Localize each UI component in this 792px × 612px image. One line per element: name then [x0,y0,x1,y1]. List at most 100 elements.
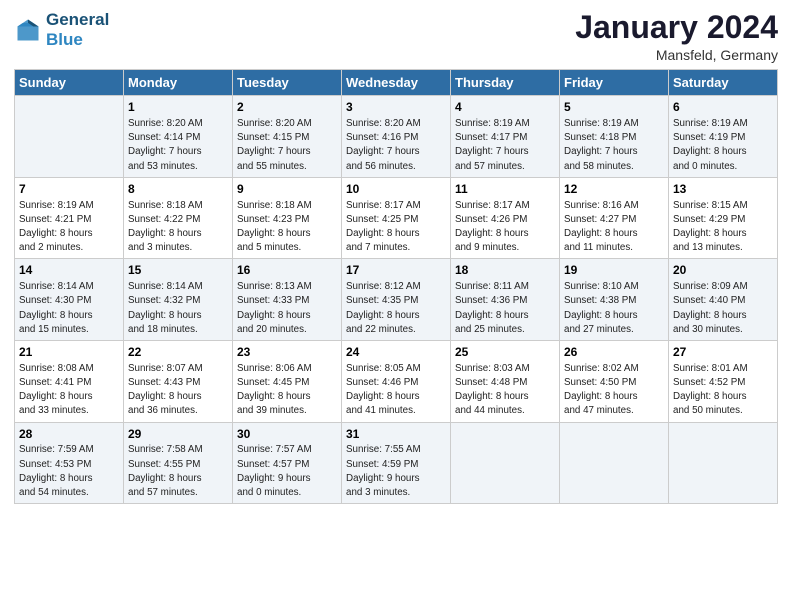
day-number: 13 [673,181,773,198]
calendar-cell: 7Sunrise: 8:19 AM Sunset: 4:21 PM Daylig… [15,177,124,259]
day-number: 15 [128,262,228,279]
day-number: 22 [128,344,228,361]
day-info: Sunrise: 8:08 AM Sunset: 4:41 PM Dayligh… [19,362,119,419]
day-info: Sunrise: 8:20 AM Sunset: 4:15 PM Dayligh… [237,117,337,174]
day-info: Sunrise: 8:03 AM Sunset: 4:48 PM Dayligh… [455,362,555,419]
logo-text: General Blue [46,10,109,49]
day-info: Sunrise: 8:09 AM Sunset: 4:40 PM Dayligh… [673,280,773,337]
day-header-saturday: Saturday [669,70,778,96]
day-number: 9 [237,181,337,198]
day-number: 8 [128,181,228,198]
day-info: Sunrise: 8:19 AM Sunset: 4:21 PM Dayligh… [19,199,119,256]
calendar-cell: 5Sunrise: 8:19 AM Sunset: 4:18 PM Daylig… [560,96,669,178]
day-info: Sunrise: 8:16 AM Sunset: 4:27 PM Dayligh… [564,199,664,256]
day-info: Sunrise: 8:14 AM Sunset: 4:32 PM Dayligh… [128,280,228,337]
logo-icon [14,16,42,44]
calendar-cell: 16Sunrise: 8:13 AM Sunset: 4:33 PM Dayli… [233,259,342,341]
calendar-cell: 19Sunrise: 8:10 AM Sunset: 4:38 PM Dayli… [560,259,669,341]
day-number: 26 [564,344,664,361]
day-number: 1 [128,99,228,116]
calendar-cell: 25Sunrise: 8:03 AM Sunset: 4:48 PM Dayli… [451,341,560,423]
calendar-cell: 28Sunrise: 7:59 AM Sunset: 4:53 PM Dayli… [15,422,124,504]
day-info: Sunrise: 8:05 AM Sunset: 4:46 PM Dayligh… [346,362,446,419]
day-number: 19 [564,262,664,279]
day-info: Sunrise: 8:06 AM Sunset: 4:45 PM Dayligh… [237,362,337,419]
calendar-cell: 6Sunrise: 8:19 AM Sunset: 4:19 PM Daylig… [669,96,778,178]
calendar-cell: 23Sunrise: 8:06 AM Sunset: 4:45 PM Dayli… [233,341,342,423]
day-info: Sunrise: 8:11 AM Sunset: 4:36 PM Dayligh… [455,280,555,337]
day-number: 6 [673,99,773,116]
week-row-4: 21Sunrise: 8:08 AM Sunset: 4:41 PM Dayli… [15,341,778,423]
week-row-5: 28Sunrise: 7:59 AM Sunset: 4:53 PM Dayli… [15,422,778,504]
calendar-cell: 20Sunrise: 8:09 AM Sunset: 4:40 PM Dayli… [669,259,778,341]
calendar-cell [669,422,778,504]
day-number: 5 [564,99,664,116]
day-number: 10 [346,181,446,198]
day-number: 23 [237,344,337,361]
day-number: 21 [19,344,119,361]
calendar-cell: 13Sunrise: 8:15 AM Sunset: 4:29 PM Dayli… [669,177,778,259]
day-number: 3 [346,99,446,116]
calendar-cell: 9Sunrise: 8:18 AM Sunset: 4:23 PM Daylig… [233,177,342,259]
day-info: Sunrise: 8:19 AM Sunset: 4:18 PM Dayligh… [564,117,664,174]
calendar-cell: 30Sunrise: 7:57 AM Sunset: 4:57 PM Dayli… [233,422,342,504]
day-info: Sunrise: 7:59 AM Sunset: 4:53 PM Dayligh… [19,443,119,500]
day-info: Sunrise: 8:17 AM Sunset: 4:25 PM Dayligh… [346,199,446,256]
day-number: 4 [455,99,555,116]
calendar-cell [560,422,669,504]
logo: General Blue [14,10,109,49]
calendar-cell: 3Sunrise: 8:20 AM Sunset: 4:16 PM Daylig… [342,96,451,178]
day-info: Sunrise: 8:18 AM Sunset: 4:23 PM Dayligh… [237,199,337,256]
calendar-cell: 15Sunrise: 8:14 AM Sunset: 4:32 PM Dayli… [124,259,233,341]
day-info: Sunrise: 8:19 AM Sunset: 4:17 PM Dayligh… [455,117,555,174]
location: Mansfeld, Germany [575,47,778,63]
day-header-friday: Friday [560,70,669,96]
day-info: Sunrise: 8:02 AM Sunset: 4:50 PM Dayligh… [564,362,664,419]
day-number: 27 [673,344,773,361]
calendar-cell: 21Sunrise: 8:08 AM Sunset: 4:41 PM Dayli… [15,341,124,423]
day-number: 29 [128,426,228,443]
day-info: Sunrise: 8:20 AM Sunset: 4:14 PM Dayligh… [128,117,228,174]
day-number: 12 [564,181,664,198]
calendar-cell: 18Sunrise: 8:11 AM Sunset: 4:36 PM Dayli… [451,259,560,341]
day-number: 24 [346,344,446,361]
day-info: Sunrise: 8:14 AM Sunset: 4:30 PM Dayligh… [19,280,119,337]
day-header-wednesday: Wednesday [342,70,451,96]
day-info: Sunrise: 8:20 AM Sunset: 4:16 PM Dayligh… [346,117,446,174]
calendar-cell [15,96,124,178]
calendar-cell: 1Sunrise: 8:20 AM Sunset: 4:14 PM Daylig… [124,96,233,178]
calendar-cell: 26Sunrise: 8:02 AM Sunset: 4:50 PM Dayli… [560,341,669,423]
calendar-cell: 11Sunrise: 8:17 AM Sunset: 4:26 PM Dayli… [451,177,560,259]
day-number: 28 [19,426,119,443]
day-info: Sunrise: 8:18 AM Sunset: 4:22 PM Dayligh… [128,199,228,256]
week-row-3: 14Sunrise: 8:14 AM Sunset: 4:30 PM Dayli… [15,259,778,341]
calendar-cell: 2Sunrise: 8:20 AM Sunset: 4:15 PM Daylig… [233,96,342,178]
calendar-cell: 22Sunrise: 8:07 AM Sunset: 4:43 PM Dayli… [124,341,233,423]
day-header-sunday: Sunday [15,70,124,96]
calendar-cell [451,422,560,504]
day-info: Sunrise: 8:01 AM Sunset: 4:52 PM Dayligh… [673,362,773,419]
day-header-tuesday: Tuesday [233,70,342,96]
day-info: Sunrise: 8:07 AM Sunset: 4:43 PM Dayligh… [128,362,228,419]
calendar-cell: 10Sunrise: 8:17 AM Sunset: 4:25 PM Dayli… [342,177,451,259]
day-info: Sunrise: 8:17 AM Sunset: 4:26 PM Dayligh… [455,199,555,256]
day-info: Sunrise: 8:10 AM Sunset: 4:38 PM Dayligh… [564,280,664,337]
header-row: SundayMondayTuesdayWednesdayThursdayFrid… [15,70,778,96]
day-number: 7 [19,181,119,198]
week-row-2: 7Sunrise: 8:19 AM Sunset: 4:21 PM Daylig… [15,177,778,259]
day-info: Sunrise: 8:15 AM Sunset: 4:29 PM Dayligh… [673,199,773,256]
calendar-cell: 29Sunrise: 7:58 AM Sunset: 4:55 PM Dayli… [124,422,233,504]
day-number: 17 [346,262,446,279]
day-number: 2 [237,99,337,116]
day-number: 25 [455,344,555,361]
week-row-1: 1Sunrise: 8:20 AM Sunset: 4:14 PM Daylig… [15,96,778,178]
calendar-cell: 27Sunrise: 8:01 AM Sunset: 4:52 PM Dayli… [669,341,778,423]
calendar-cell: 24Sunrise: 8:05 AM Sunset: 4:46 PM Dayli… [342,341,451,423]
day-info: Sunrise: 7:58 AM Sunset: 4:55 PM Dayligh… [128,443,228,500]
day-number: 30 [237,426,337,443]
day-number: 18 [455,262,555,279]
title-block: January 2024 Mansfeld, Germany [575,10,778,63]
day-info: Sunrise: 8:13 AM Sunset: 4:33 PM Dayligh… [237,280,337,337]
month-title: January 2024 [575,10,778,45]
day-number: 20 [673,262,773,279]
